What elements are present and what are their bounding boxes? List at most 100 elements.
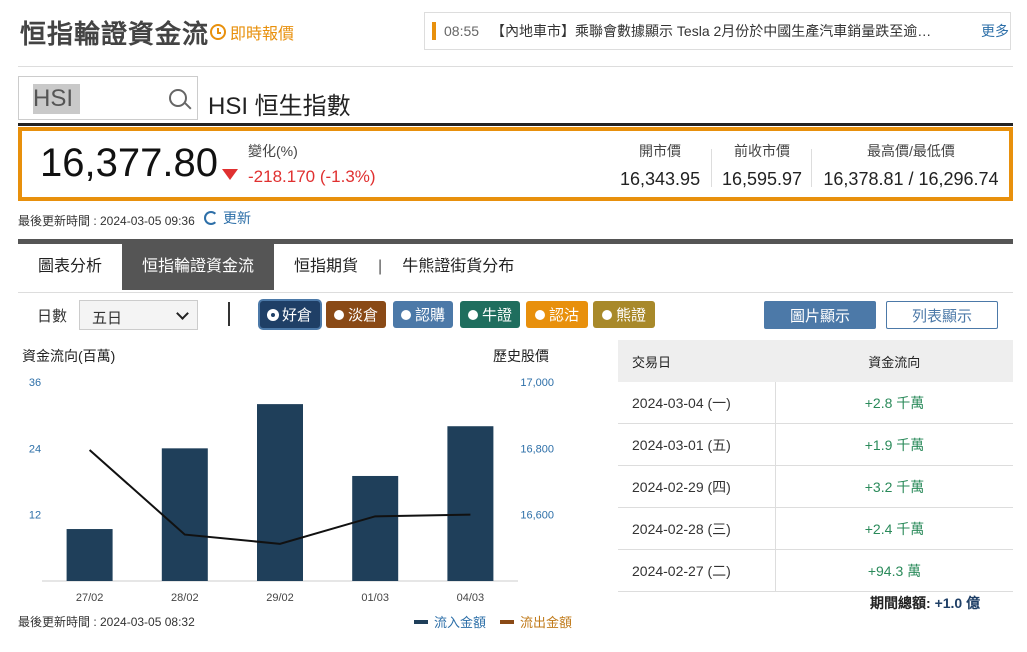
- legend-inflow: 流入金額: [414, 612, 486, 631]
- x-tick-label: 01/03: [361, 592, 389, 604]
- right-tick-label: 16,800: [520, 443, 554, 455]
- search-icon[interactable]: [169, 89, 187, 107]
- tab-chart-analysis[interactable]: 圖表分析: [18, 244, 122, 290]
- table-row: 2024-03-04 (一) +2.8 千萬: [618, 382, 1013, 424]
- radio-icon: [333, 309, 344, 320]
- tab-warrant-flow[interactable]: 恒指輪證資金流: [122, 244, 275, 290]
- inflow-bar: [447, 426, 494, 581]
- realtime-label: 即時報價: [230, 26, 295, 43]
- row-date: 2024-02-27 (二): [618, 549, 776, 592]
- divider: [811, 149, 812, 187]
- table-row: 2024-02-29 (四) +3.2 千萬: [618, 465, 1013, 508]
- refresh-label: 更新: [223, 210, 251, 226]
- table-row: 2024-02-28 (三) +2.4 千萬: [618, 507, 1013, 550]
- days-select[interactable]: 五日: [79, 300, 198, 330]
- refresh-icon: [204, 211, 218, 225]
- filter-button[interactable]: 好倉: [260, 301, 320, 328]
- open-price: 開市價 16,343.95: [620, 141, 700, 190]
- row-date: 2024-03-04 (一): [618, 382, 776, 424]
- image-view-button[interactable]: 圖片顯示: [764, 301, 876, 329]
- open-label: 開市價: [639, 143, 681, 159]
- legend-swatch: [414, 619, 428, 624]
- divider: [711, 149, 712, 187]
- row-flow: +2.8 千萬: [775, 382, 1013, 424]
- open-value: 16,343.95: [620, 169, 701, 189]
- total-label: 期間總額:: [870, 595, 931, 611]
- high-low-value: 16,378.81 / 16,296.74: [823, 169, 999, 189]
- inflow-bar: [66, 529, 113, 581]
- chart-last-update: 最後更新時間 : 2024-03-05 08:32: [18, 615, 195, 629]
- left-tick-label: 24: [29, 443, 41, 455]
- filter-label: 淡倉: [347, 307, 378, 324]
- search-box[interactable]: [18, 76, 198, 120]
- row-date: 2024-02-28 (三): [618, 507, 776, 550]
- legend-label: 流出金額: [520, 615, 573, 630]
- chevron-down-icon: [176, 307, 189, 320]
- filter-label: 認購: [414, 307, 445, 324]
- prev-close-label: 前收市價: [734, 143, 790, 159]
- radio-icon: [601, 309, 612, 320]
- filter-button[interactable]: 認沽: [526, 301, 588, 328]
- inflow-bar: [352, 475, 399, 581]
- flow-table: 交易日 資金流向 2024-03-04 (一) +2.8 千萬 2024-03-0…: [618, 340, 1013, 592]
- legend-label: 流入金額: [434, 615, 487, 630]
- change-label: 變化(%): [248, 143, 298, 159]
- legend-swatch: [500, 619, 514, 624]
- high-low: 最高價/最低價 16,378.81 / 16,296.74: [818, 141, 1004, 190]
- radio-icon: [467, 309, 478, 320]
- down-arrow-icon: [222, 169, 238, 180]
- divider: [18, 66, 1013, 67]
- divider: [228, 302, 230, 326]
- filter-label: 好倉: [281, 307, 312, 324]
- row-flow: +2.4 千萬: [775, 507, 1013, 550]
- news-time: 08:55: [444, 23, 480, 39]
- row-flow: +94.3 萬: [775, 549, 1013, 592]
- news-ticker[interactable]: 08:55 【內地車市】乘聯會數據顯示 Tesla 2月份於中國生產汽車銷量跌至…: [424, 12, 1011, 50]
- realtime-quote-link[interactable]: 即時報價: [210, 20, 294, 44]
- fund-flow-chart: 36 24 12 17,000 16,800 16,600 27/02 28/02 29/02 0…: [29, 377, 554, 604]
- right-tick-label: 17,000: [520, 377, 554, 389]
- news-more-link[interactable]: 更多: [981, 21, 1009, 41]
- index-name: HSI 恒生指數: [208, 93, 351, 120]
- table-row: 2024-02-27 (二) +94.3 萬: [618, 549, 1013, 592]
- tab-hsi-futures[interactable]: 恒指期貨: [274, 244, 378, 290]
- list-view-button[interactable]: 列表顯示: [886, 301, 998, 329]
- row-date: 2024-03-01 (五): [618, 423, 776, 466]
- period-total: 期間總額: +1.0 億: [870, 593, 980, 613]
- filter-button[interactable]: 認購: [393, 301, 453, 328]
- prev-close-value: 16,595.97: [721, 169, 803, 189]
- divider: [18, 292, 1013, 293]
- refresh-button[interactable]: 更新: [204, 208, 251, 228]
- inflow-bar: [257, 404, 303, 581]
- high-low-label: 最高價/最低價: [867, 143, 955, 159]
- left-tick-label: 12: [29, 510, 41, 522]
- days-label: 日數: [37, 308, 68, 325]
- legend-outflow: 流出金額: [500, 612, 572, 631]
- row-date: 2024-02-29 (四): [618, 465, 776, 508]
- prev-close: 前收市價 16,595.97: [717, 141, 807, 190]
- x-tick-label: 28/02: [171, 592, 199, 604]
- inflow-bar: [161, 448, 208, 581]
- filter-button[interactable]: 熊證: [593, 301, 655, 328]
- filter-label: 認沽: [548, 307, 579, 324]
- left-tick-label: 36: [29, 377, 41, 389]
- filter-button[interactable]: 淡倉: [326, 301, 386, 328]
- tab-bar: 圖表分析 恒指輪證資金流 恒指期貨 | 牛熊證街貨分布: [18, 244, 1013, 290]
- radio-icon: [534, 309, 545, 320]
- filter-label: 牛證: [481, 307, 512, 324]
- filter-button[interactable]: 牛證: [460, 301, 520, 328]
- news-headline[interactable]: 【內地車市】乘聯會數據顯示 Tesla 2月份於中國生產汽車銷量跌至逾…: [491, 21, 971, 41]
- page-title: 恒指輪證資金流: [20, 19, 210, 49]
- quote-top-rule: [18, 123, 1013, 126]
- radio-icon: [400, 309, 411, 320]
- tab-cbbc-distribution[interactable]: 牛熊證街貨分布: [382, 244, 534, 290]
- column-header-date: 交易日: [618, 340, 776, 382]
- current-price: 16,377.80: [40, 141, 218, 185]
- row-flow: +1.9 千萬: [775, 423, 1013, 466]
- row-flow: +3.2 千萬: [775, 465, 1013, 508]
- search-input[interactable]: [33, 84, 163, 114]
- table-row: 2024-03-01 (五) +1.9 千萬: [618, 423, 1013, 466]
- change-value: -218.170 (-1.3%): [248, 167, 376, 186]
- total-value: +1.0 億: [934, 595, 981, 611]
- ticker-accent-bar: [432, 22, 436, 40]
